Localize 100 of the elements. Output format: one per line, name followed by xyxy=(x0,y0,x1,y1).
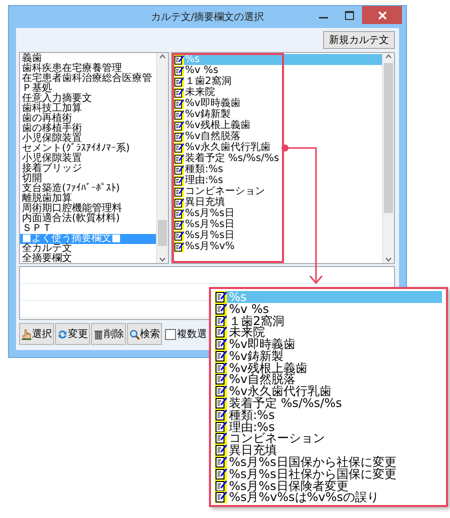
phrase-item[interactable]: 種類:%s xyxy=(172,164,382,175)
memo-icon xyxy=(215,491,227,504)
category-item[interactable]: 小児保隙装置 xyxy=(20,134,156,144)
memo-icon xyxy=(215,326,227,338)
phrase-item[interactable]: %v残根上義歯 xyxy=(215,362,442,374)
scroll-thumb[interactable] xyxy=(158,220,167,246)
close-button[interactable] xyxy=(362,6,402,24)
memo-icon xyxy=(215,397,227,410)
category-item[interactable]: 支台築造(ﾌｧｲﾊﾞｰﾎﾟｽﾄ) xyxy=(20,184,156,194)
memo-icon xyxy=(215,302,227,315)
refresh-arrows-icon xyxy=(57,328,68,340)
memo-icon xyxy=(174,198,184,208)
phrase-item[interactable]: 理由:%s xyxy=(215,420,442,433)
phrase-item[interactable]: %s月%s日 xyxy=(172,219,382,230)
memo-icon xyxy=(174,54,184,64)
category-item[interactable]: 全摘要欄文 xyxy=(20,254,156,263)
phrase-item[interactable]: 装着予定 %s/%s/%s xyxy=(172,153,382,164)
memo-icon xyxy=(215,444,227,456)
phrase-item[interactable]: 装着予定 %s/%s/%s xyxy=(215,397,442,409)
phrase-item[interactable]: %s月%v%sは%v%sの誤り xyxy=(215,492,442,504)
category-item[interactable]: セメント(ｸﾞﾗｽｱｲｵﾉﾏｰ系) xyxy=(20,144,156,154)
phrase-item[interactable]: %v鋳新製 xyxy=(215,350,442,362)
memo-icon xyxy=(215,290,227,303)
phrase-item[interactable]: %v即時義歯 xyxy=(172,98,382,109)
memo-icon xyxy=(215,314,227,326)
memo-icon xyxy=(174,208,184,218)
phrase-item[interactable]: %v自然脱落 xyxy=(172,131,382,142)
phrase-item[interactable]: %s月%s日 xyxy=(172,230,382,241)
category-item[interactable]: 周術期口腔機能管理料 xyxy=(20,204,156,214)
phrase-item[interactable]: 異日充填 xyxy=(172,197,382,208)
scroll-down-icon[interactable] xyxy=(159,257,166,263)
memo-icon xyxy=(174,98,184,108)
phrase-item[interactable]: %s月%s日社保から国保に変更 xyxy=(215,468,442,480)
minimize-icon xyxy=(318,16,328,18)
category-item[interactable]: 離脱歯加算 xyxy=(20,194,156,204)
scrollbar[interactable] xyxy=(382,53,394,263)
category-item[interactable]: 在宅患者歯科治療総合医療管 xyxy=(20,74,156,84)
memo-icon xyxy=(174,88,184,98)
category-item[interactable]: 歯の移植手術 xyxy=(20,124,156,134)
memo-icon xyxy=(174,142,184,152)
scroll-up-icon[interactable] xyxy=(159,53,166,59)
phrase-item[interactable]: %v鋳新製 xyxy=(172,109,382,120)
phrase-item[interactable]: 未来院 xyxy=(172,87,382,98)
phrase-item[interactable]: １歯2窩洞 xyxy=(172,76,382,87)
close-icon xyxy=(378,10,386,20)
scroll-down-icon[interactable] xyxy=(385,257,392,263)
phrase-item[interactable]: 種類:%s xyxy=(215,408,442,421)
memo-icon xyxy=(215,373,227,386)
phrase-item[interactable]: %v自然脱落 xyxy=(215,374,442,386)
category-item[interactable]: ＳＰＴ xyxy=(20,224,156,234)
toolbar-button[interactable]: 変更 xyxy=(55,323,90,345)
category-item[interactable]: 内面適合法(軟質材料) xyxy=(20,214,156,224)
phrase-item[interactable]: コンビネーション xyxy=(215,432,442,444)
phrase-item[interactable]: 理由:%s xyxy=(172,175,382,186)
category-item[interactable]: Ｐ基処 xyxy=(20,84,156,94)
phrase-item[interactable]: 未来院 xyxy=(215,326,442,338)
new-chart-text-button[interactable]: 新規カルテ文 xyxy=(323,31,395,49)
memo-icon xyxy=(174,242,184,252)
category-item[interactable]: 義歯 xyxy=(20,54,156,64)
memo-icon xyxy=(215,350,227,362)
phrase-item[interactable]: %v残根上義歯 xyxy=(172,120,382,131)
memo-icon xyxy=(174,66,184,76)
checkbox[interactable] xyxy=(165,328,176,340)
toolbar-button[interactable]: 検索 xyxy=(127,323,162,345)
phrase-item[interactable]: %v即時義歯 xyxy=(215,338,442,350)
category-item[interactable]: 接着ブリッジ xyxy=(20,164,156,174)
memo-icon xyxy=(174,220,184,230)
scroll-up-icon[interactable] xyxy=(385,53,392,59)
phrase-item[interactable]: １歯2窩洞 xyxy=(215,314,442,326)
scrollbar[interactable] xyxy=(156,53,168,263)
memo-icon xyxy=(215,420,227,433)
memo-icon xyxy=(174,164,184,174)
category-item[interactable]: 全カルテ文 xyxy=(20,244,156,254)
search-icon xyxy=(129,328,140,340)
phrase-item[interactable]: 異日充填 xyxy=(215,444,442,456)
memo-icon xyxy=(215,480,227,492)
memo-icon xyxy=(215,385,227,398)
category-item[interactable]: 任意入力摘要文 xyxy=(20,94,156,104)
phrase-item[interactable]: %v永久歯代行乳歯 xyxy=(215,385,442,398)
phrase-item[interactable]: コンビネーション xyxy=(172,186,382,197)
phrase-item[interactable]: %s月%s日保険者変更 xyxy=(215,480,442,492)
phrase-item[interactable]: %s月%s日 xyxy=(172,208,382,219)
phrase-item[interactable]: %v %s xyxy=(172,65,382,76)
phrase-item[interactable]: %v永久歯代行乳歯 xyxy=(172,142,382,153)
category-item[interactable]: 歯科疾患在宅療養管理 xyxy=(20,64,156,74)
category-item[interactable]: 歯の再植術 xyxy=(20,114,156,124)
memo-icon xyxy=(215,456,227,468)
memo-icon xyxy=(215,468,227,480)
pointing-hand-icon xyxy=(21,328,32,340)
category-item[interactable]: 切開 xyxy=(20,174,156,184)
phrase-item[interactable]: %v %s xyxy=(215,302,442,315)
category-item[interactable]: 歯科技工加算 xyxy=(20,104,156,114)
phrase-item[interactable]: %s月%s日国保から社保に変更 xyxy=(215,456,442,468)
scroll-thumb[interactable] xyxy=(384,63,393,213)
phrase-item[interactable]: %s月%v% xyxy=(172,241,382,252)
category-item[interactable]: 小児保隙装置 xyxy=(20,154,156,164)
memo-icon xyxy=(174,120,184,130)
toolbar-button[interactable]: 削除 xyxy=(91,323,126,345)
toolbar-button[interactable]: 選択 xyxy=(19,323,54,345)
memo-icon xyxy=(174,132,184,142)
